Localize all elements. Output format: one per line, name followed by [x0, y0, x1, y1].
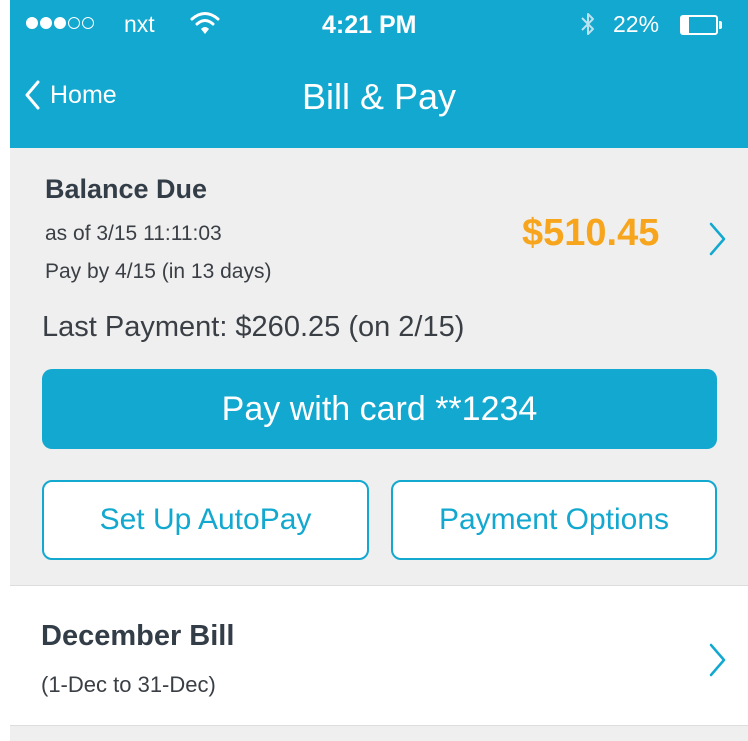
battery-percent: 22%: [613, 11, 660, 37]
signal-dot: [26, 17, 38, 29]
signal-dot: [54, 17, 66, 29]
battery-tip: [719, 21, 722, 29]
signal-dot: [82, 17, 94, 29]
chevron-right-icon: [708, 642, 728, 683]
status-time: 4:21 PM: [322, 11, 417, 39]
balance-as-of: as of 3/15 11:11:03: [45, 222, 222, 245]
bill-title: December Bill: [41, 620, 235, 652]
signal-dot: [40, 17, 52, 29]
status-bar: nxt 4:21 PM 22%: [10, 0, 748, 56]
bill-pay-screen: nxt 4:21 PM 22% Home Bill & Pay Balance …: [10, 0, 748, 741]
battery-fill: [682, 17, 690, 33]
signal-dot: [68, 17, 80, 29]
carrier-name: nxt: [124, 11, 155, 37]
bluetooth-icon: [580, 9, 596, 44]
balance-due-title: Balance Due: [45, 174, 208, 204]
december-bill-row[interactable]: December Bill (1-Dec to 31-Dec): [10, 585, 748, 726]
pay-by-date: Pay by 4/15 (in 13 days): [45, 260, 272, 283]
payment-options-button[interactable]: Payment Options: [391, 480, 717, 560]
page-title: Bill & Pay: [301, 76, 457, 117]
signal-strength-icon: [26, 17, 94, 29]
battery-icon: [680, 15, 718, 35]
last-payment: Last Payment: $260.25 (on 2/15): [42, 311, 465, 343]
top-bar: nxt 4:21 PM 22% Home Bill & Pay: [10, 0, 748, 148]
bill-date-range: (1-Dec to 31-Dec): [41, 672, 216, 697]
wifi-icon: [190, 10, 220, 41]
chevron-right-icon[interactable]: [708, 221, 728, 262]
pay-with-card-button[interactable]: Pay with card **1234: [42, 369, 717, 449]
balance-amount[interactable]: $510.45: [522, 212, 659, 255]
set-up-autopay-button[interactable]: Set Up AutoPay: [42, 480, 369, 560]
